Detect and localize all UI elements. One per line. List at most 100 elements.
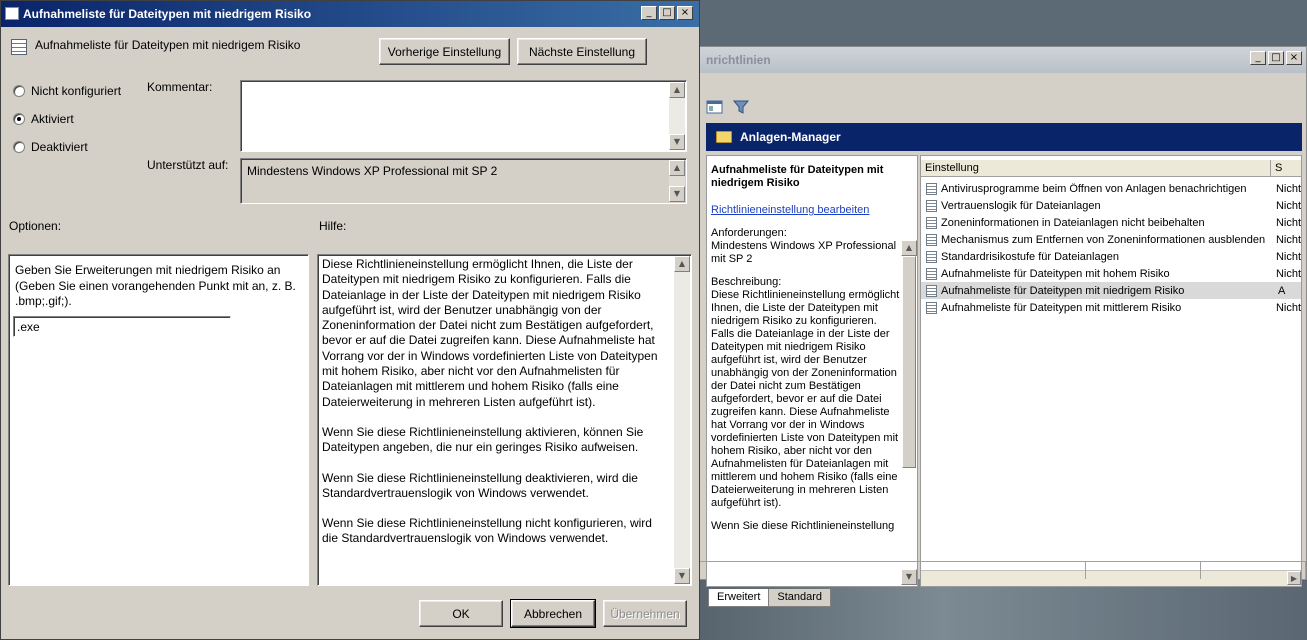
- list-item[interactable]: Zoneninformationen in Dateianlagen nicht…: [921, 214, 1301, 231]
- tab-standard[interactable]: Standard: [768, 589, 832, 607]
- comment-label: Kommentar:: [147, 80, 213, 94]
- dialog-title-icon: [5, 7, 19, 20]
- policy-setting-icon: [926, 301, 937, 314]
- setting-state: Nicht: [1275, 233, 1301, 246]
- dialog-title: Aufnahmeliste für Dateitypen mit niedrig…: [23, 7, 312, 21]
- edit-policy-link[interactable]: Richtlinieneinstellung bearbeiten: [711, 204, 901, 217]
- radio-disabled[interactable]: Deaktiviert: [13, 140, 88, 154]
- maximize-button[interactable]: □: [659, 6, 675, 20]
- ext-policy-title: Aufnahmeliste für Dateitypen mit niedrig…: [711, 164, 884, 189]
- view-tabs: Erweitert Standard: [708, 589, 832, 607]
- scroll-up-arrow[interactable]: ▲: [901, 240, 917, 256]
- help-text: Diese Richtlinieneinstellung ermöglicht …: [322, 257, 671, 562]
- properties-view-icon[interactable]: [706, 99, 724, 115]
- group-policy-editor-window: nrichtlinien _ □ × Anlagen-Manager Aufna…: [697, 46, 1307, 607]
- help-label: Hilfe:: [319, 219, 347, 233]
- setting-name: Aufnahmeliste für Dateitypen mit mittler…: [941, 301, 1182, 314]
- scroll-thumb[interactable]: [902, 256, 916, 468]
- close-button[interactable]: ×: [1286, 51, 1302, 65]
- apply-button[interactable]: Übernehmen: [603, 600, 687, 627]
- list-item[interactable]: Vertrauenslogik für Dateianlagen Nicht: [921, 197, 1301, 214]
- previous-setting-button[interactable]: Vorherige Einstellung: [379, 38, 510, 65]
- radio-enabled-dot[interactable]: [13, 113, 25, 125]
- setting-state: Nicht: [1275, 250, 1301, 263]
- radio-not-configured-dot[interactable]: [13, 85, 25, 97]
- help-scrollbar[interactable]: ▲ ▼: [674, 256, 690, 584]
- filter-icon[interactable]: [732, 99, 750, 115]
- policy-setting-icon: [926, 182, 937, 195]
- gpedit-title-bar: nrichtlinien: [698, 47, 1306, 73]
- policy-setting-dialog: Aufnahmeliste für Dateitypen mit niedrig…: [0, 0, 700, 640]
- list-item[interactable]: Mechanismus zum Entfernen von Zoneninfor…: [921, 231, 1301, 248]
- setting-state: Nicht: [1275, 182, 1301, 195]
- setting-name: Zoneninformationen in Dateianlagen nicht…: [941, 216, 1205, 229]
- policy-setting-icon: [926, 284, 937, 297]
- option-description: Geben Sie Erweiterungen mit niedrigem Ri…: [15, 263, 296, 308]
- policy-setting-icon: [926, 250, 937, 263]
- list-item[interactable]: Aufnahmeliste für Dateitypen mit niedrig…: [921, 282, 1301, 299]
- maximize-button[interactable]: □: [1268, 51, 1284, 65]
- scroll-up-arrow[interactable]: ▲: [669, 160, 685, 176]
- policy-setting-icon: [926, 267, 937, 280]
- help-panel: Diese Richtlinieneinstellung ermöglicht …: [317, 254, 692, 586]
- gpedit-caption-buttons: _ □ ×: [1250, 51, 1302, 65]
- ok-button[interactable]: OK: [419, 600, 503, 627]
- comment-scrollbar[interactable]: ▲ ▼: [669, 82, 685, 150]
- category-title: Anlagen-Manager: [740, 130, 841, 144]
- comment-textarea[interactable]: ▲ ▼: [240, 80, 687, 152]
- list-item[interactable]: Aufnahmeliste für Dateitypen mit hohem R…: [921, 265, 1301, 282]
- gpedit-title: nrichtlinien: [706, 53, 771, 67]
- folder-icon: [716, 131, 732, 143]
- list-item[interactable]: Standardrisikostufe für Dateianlagen Nich…: [921, 248, 1301, 265]
- settings-list: Einstellung S Antivirusprogramme beim Öf…: [920, 155, 1302, 587]
- description-label: Beschreibung:: [711, 276, 782, 288]
- radio-disabled-label[interactable]: Deaktiviert: [31, 140, 88, 154]
- description-more: Wenn Sie diese Richtlinieneinstellung: [711, 520, 895, 532]
- supported-label: Unterstützt auf:: [147, 158, 229, 172]
- radio-enabled-label[interactable]: Aktiviert: [31, 112, 74, 126]
- supported-on-field: Mindestens Windows XP Professional mit S…: [240, 158, 687, 204]
- gpedit-toolbar: [698, 95, 1306, 119]
- options-panel: Geben Sie Erweiterungen mit niedrigem Ri…: [8, 254, 309, 586]
- help-paragraph: Wenn Sie diese Richtlinieneinstellung ni…: [322, 516, 652, 546]
- help-paragraph: Wenn Sie diese Richtlinieneinstellung de…: [322, 470, 638, 500]
- radio-disabled-dot[interactable]: [13, 141, 25, 153]
- list-item[interactable]: Antivirusprogramme beim Öffnen von Anlag…: [921, 180, 1301, 197]
- minimize-button[interactable]: _: [1250, 51, 1266, 65]
- help-paragraph: Diese Richtlinieneinstellung ermöglicht …: [322, 257, 658, 409]
- minimize-button[interactable]: _: [641, 6, 657, 20]
- column-header-state[interactable]: S: [1271, 160, 1286, 176]
- setting-state: Nicht: [1275, 199, 1301, 212]
- supported-value: Mindestens Windows XP Professional mit S…: [247, 164, 498, 178]
- scroll-down-arrow[interactable]: ▼: [674, 568, 690, 584]
- setting-state: Nicht: [1275, 216, 1301, 229]
- scroll-up-arrow[interactable]: ▲: [669, 82, 685, 98]
- options-label: Optionen:: [9, 219, 62, 233]
- requirements-value: Mindestens Windows XP Professional mit S…: [711, 240, 897, 265]
- radio-not-configured[interactable]: Nicht konfiguriert: [13, 84, 121, 98]
- setting-state: Nicht: [1275, 267, 1301, 280]
- extended-view-pane: Aufnahmeliste für Dateitypen mit niedrig…: [706, 155, 918, 587]
- help-paragraph: Wenn Sie diese Richtlinieneinstellung ak…: [322, 424, 644, 455]
- scroll-up-arrow[interactable]: ▲: [674, 256, 690, 272]
- policy-setting-icon: [926, 199, 937, 212]
- radio-enabled[interactable]: Aktiviert: [13, 112, 74, 126]
- cancel-button[interactable]: Abbrechen: [510, 599, 596, 628]
- setting-name: Antivirusprogramme beim Öffnen von Anlag…: [941, 182, 1247, 195]
- scroll-down-arrow[interactable]: ▼: [669, 186, 685, 202]
- description-text: Diese Richtlinieneinstellung ermöglicht …: [711, 289, 900, 509]
- extensions-input[interactable]: [13, 316, 231, 337]
- setting-state: Nicht: [1275, 301, 1301, 314]
- setting-state: A: [1278, 284, 1286, 297]
- supported-scrollbar[interactable]: ▲ ▼: [669, 160, 685, 202]
- close-button[interactable]: ×: [677, 6, 693, 20]
- setting-name: Vertrauenslogik für Dateianlagen: [941, 199, 1101, 212]
- tab-extended[interactable]: Erweitert: [708, 589, 770, 607]
- category-header: Anlagen-Manager: [706, 123, 1302, 151]
- radio-not-configured-label[interactable]: Nicht konfiguriert: [31, 84, 121, 98]
- column-header-setting[interactable]: Einstellung: [921, 160, 1271, 176]
- ext-pane-scrollbar[interactable]: ▲ ▼: [901, 240, 917, 585]
- scroll-down-arrow[interactable]: ▼: [669, 134, 685, 150]
- list-item[interactable]: Aufnahmeliste für Dateitypen mit mittler…: [921, 299, 1301, 316]
- next-setting-button[interactable]: Nächste Einstellung: [517, 38, 647, 65]
